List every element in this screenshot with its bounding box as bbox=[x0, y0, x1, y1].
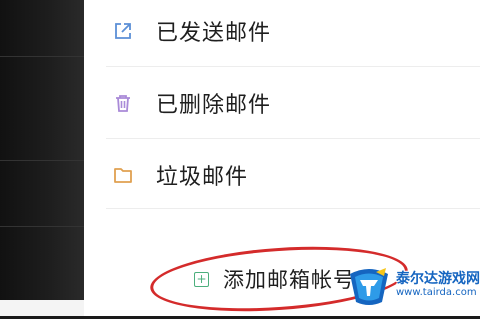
menu-item-label: 已删除邮件 bbox=[156, 93, 272, 118]
divider bbox=[106, 66, 480, 67]
watermark-url: www.tairda.com bbox=[396, 287, 477, 299]
menu-item-deleted[interactable]: 已删除邮件 bbox=[84, 68, 480, 138]
folder-icon bbox=[112, 164, 134, 186]
trash-icon bbox=[112, 92, 134, 114]
menu-item-spam[interactable]: 垃圾邮件 bbox=[84, 140, 480, 210]
divider bbox=[106, 138, 480, 139]
external-link-icon bbox=[112, 20, 134, 42]
site-watermark: 泰尔达游戏网 www.tairda.com bbox=[346, 256, 480, 314]
background-app-strip bbox=[0, 0, 84, 316]
menu-item-sent[interactable]: 已发送邮件 bbox=[84, 0, 480, 66]
watermark-name: 泰尔达游戏网 bbox=[396, 270, 480, 287]
watermark-logo-icon bbox=[350, 268, 388, 305]
background-strip-band bbox=[0, 300, 84, 316]
menu-item-label: 垃圾邮件 bbox=[156, 165, 249, 190]
menu-item-label: 已发送邮件 bbox=[156, 21, 272, 46]
divider bbox=[106, 208, 480, 209]
